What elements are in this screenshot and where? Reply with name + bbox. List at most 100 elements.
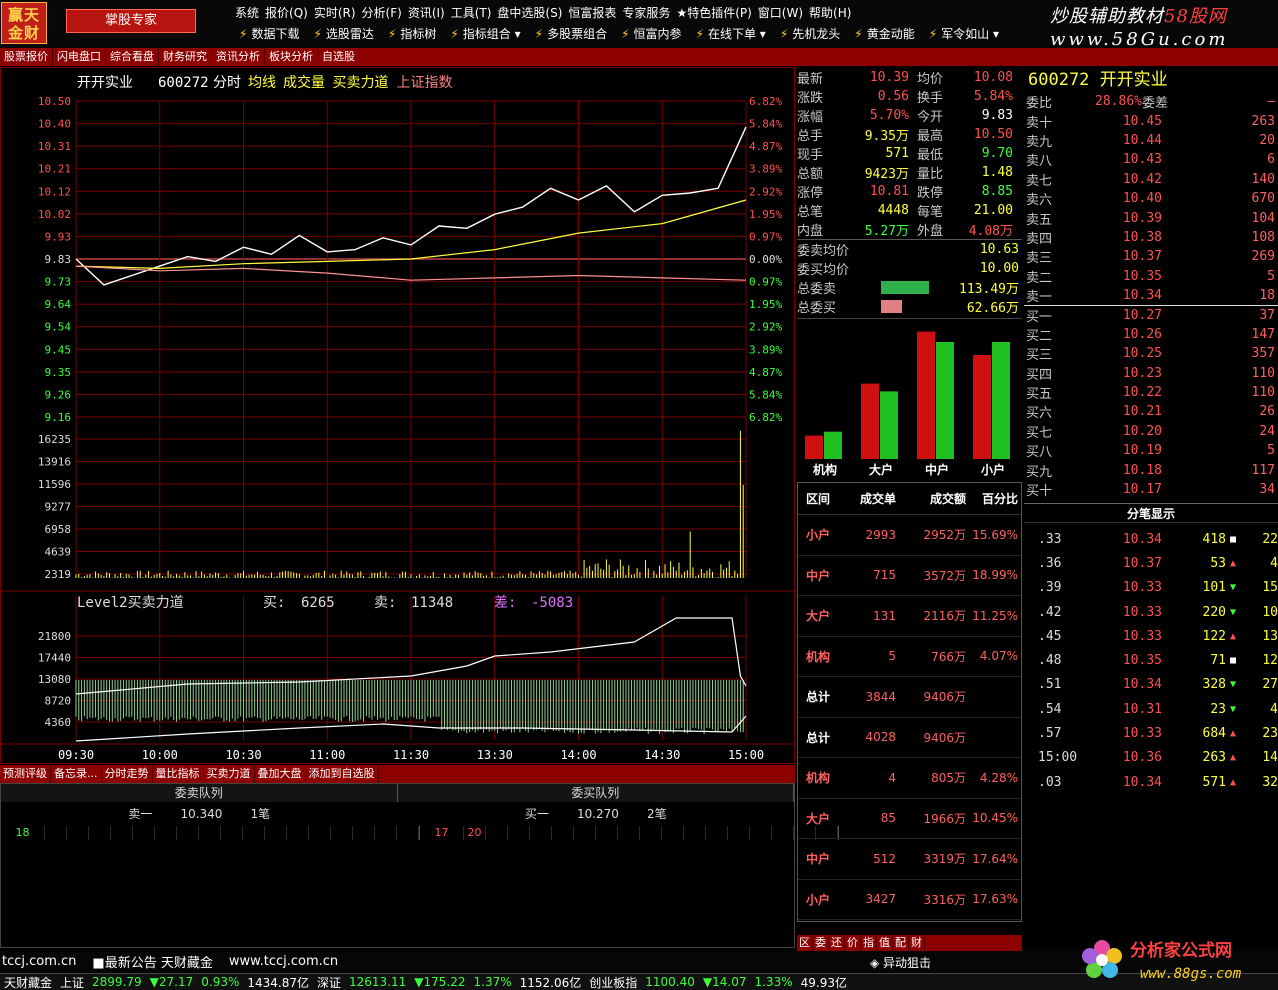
site-link-2[interactable]: www.tccj.com.cn <box>229 954 338 969</box>
info-tab-1[interactable]: 委 <box>813 935 829 951</box>
tick-direction-icon: ■ <box>1229 533 1237 545</box>
toolbar-item-7[interactable]: ⚡ 先机龙头 <box>773 25 847 45</box>
buy-row[interactable]: 买三 10.25 357 <box>1024 344 1278 363</box>
ticker-item-6[interactable]: 深证 <box>313 974 345 990</box>
buy-row[interactable]: 买十 10.17 34 <box>1024 480 1278 499</box>
site-link[interactable]: tccj.com.cn <box>2 954 76 969</box>
menu-item-6[interactable]: 盘中选股(S) <box>494 4 565 22</box>
nav-tab-3[interactable]: 财务研究 <box>159 48 212 66</box>
buy-row[interactable]: 买九 10.18 117 <box>1024 460 1278 480</box>
ticker-item-15[interactable]: 49.93亿 <box>797 974 851 990</box>
sub-tab-4[interactable]: 买卖力道 <box>204 765 255 783</box>
toolbar-item-6[interactable]: ⚡ 在线下单 ▾ <box>689 25 773 45</box>
nav-tab-6[interactable]: 自选股 <box>318 48 360 66</box>
menu-item-5[interactable]: 工具(T) <box>448 4 495 22</box>
nav-tab-0[interactable]: 股票报价 <box>0 48 53 66</box>
sell-queue-title[interactable]: 委卖队列 <box>1 784 398 802</box>
tick-count: 10 <box>1262 604 1278 620</box>
sell-row[interactable]: 卖十 10.45 263 <box>1024 111 1278 131</box>
buy-row[interactable]: 买四 10.23 110 <box>1024 363 1278 383</box>
chart-header-item-4[interactable]: 上证指数 <box>397 75 453 91</box>
buy-row[interactable]: 买二 10.26 147 <box>1024 325 1278 344</box>
sell-row[interactable]: 卖八 10.43 6 <box>1024 150 1278 169</box>
info-tab-0[interactable]: 区 <box>797 935 813 951</box>
toolbar-item-9[interactable]: ⚡ 军令如山 ▾ <box>922 25 1006 45</box>
sell-row[interactable]: 卖二 10.35 5 <box>1024 267 1278 286</box>
toolbar-item-0[interactable]: ⚡ 数据下载 <box>232 25 306 45</box>
intraday-chart[interactable]: 开开实业 600272 分时 均线 成交量 买卖力道 上证指数 10.50 6.82% 10.40… <box>0 67 796 765</box>
flow-cell-count: 2993 <box>865 527 896 542</box>
queue-cell <box>508 826 530 840</box>
sub-tab-0[interactable]: 预测评级 <box>0 765 51 783</box>
notice-link[interactable]: ■最新公告 天财藏金 <box>92 952 212 971</box>
sub-tab-5[interactable]: 叠加大盘 <box>255 765 306 783</box>
chart-header-item-3[interactable]: 买卖力道 <box>333 75 389 91</box>
nav-tab-1[interactable]: 闪电盘口 <box>53 48 106 66</box>
buy-row[interactable]: 买六 10.21 26 <box>1024 402 1278 421</box>
chart-header-item-1[interactable]: 均线 <box>248 75 276 91</box>
buy-queue-title[interactable]: 委买队列 <box>397 784 794 802</box>
menu-item-9[interactable]: ★特色插件(P) <box>673 4 754 22</box>
ticker-item-11[interactable]: 创业板指 <box>585 974 641 990</box>
toolbar-item-1[interactable]: ⚡ 选股雷达 <box>306 25 380 45</box>
ticker-item-1[interactable]: 上证 <box>56 974 88 990</box>
toolbar-item-3[interactable]: ⚡ 指标组合 ▾ <box>443 25 527 45</box>
toolbar-item-4[interactable]: ⚡ 多股票组合 <box>528 25 614 45</box>
nav-tab-5[interactable]: 板块分析 <box>265 48 318 66</box>
toolbar-item-2[interactable]: ⚡ 指标树 <box>381 25 443 45</box>
menu-item-8[interactable]: 专家服务 <box>619 4 673 22</box>
buy-row[interactable]: 买一 10.27 37 <box>1024 305 1278 325</box>
sub-tab-3[interactable]: 量比指标 <box>153 765 204 783</box>
chart-header-item-2[interactable]: 成交量 <box>283 74 325 91</box>
info-tab-7[interactable]: 财 <box>909 935 925 951</box>
alert-button[interactable]: ◈ 异动狙击 <box>870 954 1010 971</box>
ticker-item-10[interactable]: 1152.06亿 <box>516 974 586 990</box>
menu-item-0[interactable]: 系统 <box>232 4 262 22</box>
sell-row[interactable]: 卖一 10.34 18 <box>1024 286 1278 305</box>
ticker-item-5[interactable]: 1434.87亿 <box>243 974 313 990</box>
info-tab-2[interactable]: 还 <box>829 935 845 951</box>
sell-row[interactable]: 卖七 10.42 140 <box>1024 170 1278 189</box>
info-tab-3[interactable]: 价 <box>845 935 861 951</box>
sell-row[interactable]: 卖三 10.37 269 <box>1024 247 1278 266</box>
ticker-item-0[interactable]: 天财藏金 <box>0 974 56 990</box>
order-level: 买三 <box>1026 348 1053 364</box>
order-level: 卖八 <box>1026 154 1053 170</box>
weicha-label: 委差 <box>1142 96 1169 112</box>
toolbar-item-8[interactable]: ⚡ 黄金动能 <box>847 25 921 45</box>
info-tab-6[interactable]: 配 <box>893 935 909 951</box>
flow-cell-amount: 805万 <box>931 771 966 786</box>
buy-row[interactable]: 买五 10.22 110 <box>1024 383 1278 402</box>
sell-row[interactable]: 卖四 10.38 108 <box>1024 228 1278 247</box>
sell-row[interactable]: 卖五 10.39 104 <box>1024 208 1278 228</box>
expert-button[interactable]: 掌股专家 <box>66 9 196 33</box>
menu-item-11[interactable]: 帮助(H) <box>806 4 854 22</box>
chart-header-item-0[interactable]: 分时 <box>213 75 241 91</box>
level2-buy: 6265 <box>301 595 335 611</box>
menu-item-3[interactable]: 分析(F) <box>359 4 405 22</box>
sell-row[interactable]: 卖六 10.40 670 <box>1024 189 1278 208</box>
order-qty: 37 <box>1259 307 1275 323</box>
menu-item-2[interactable]: 实时(R) <box>311 4 359 22</box>
buy-row[interactable]: 买八 10.19 5 <box>1024 441 1278 460</box>
sub-tab-6[interactable]: 添加到自选股 <box>306 765 379 783</box>
sub-tab-1[interactable]: 备忘录... <box>51 765 102 783</box>
power-tick: 21800 <box>38 630 71 643</box>
info-tab-4[interactable]: 指 <box>861 935 877 951</box>
intraday-chart-svg[interactable]: 开开实业 600272 分时 均线 成交量 买卖力道 上证指数 10.50 6.82% 10.40… <box>1 68 796 765</box>
queue-cell <box>397 826 419 840</box>
menu-item-1[interactable]: 报价(Q) <box>262 4 311 22</box>
sell-row[interactable]: 卖九 10.44 20 <box>1024 131 1278 150</box>
flow-row: 小户 3427 3316万 17.63% <box>798 880 1021 920</box>
info-tab-5[interactable]: 值 <box>877 935 893 951</box>
nav-tab-2[interactable]: 综合看盘 <box>106 48 159 66</box>
sub-tab-2[interactable]: 分时走势 <box>102 765 153 783</box>
pct-tick: 2.92% <box>749 185 782 198</box>
queue-row: 卖一 10.340 1笔 买一 10.270 2笔 <box>1 803 794 825</box>
buy-row[interactable]: 买七 10.20 24 <box>1024 422 1278 441</box>
menu-item-7[interactable]: 恒富报表 <box>565 4 619 22</box>
menu-item-4[interactable]: 资讯(I) <box>405 4 448 22</box>
toolbar-item-5[interactable]: ⚡ 恒富内参 <box>614 25 688 45</box>
nav-tab-4[interactable]: 资讯分析 <box>212 48 265 66</box>
menu-item-10[interactable]: 窗口(W) <box>755 4 806 22</box>
